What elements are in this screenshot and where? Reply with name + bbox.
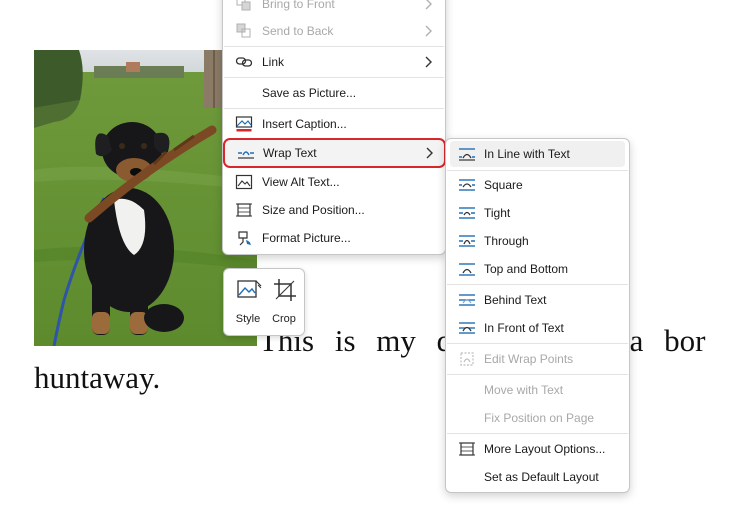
chevron-right-icon <box>425 0 432 10</box>
separator <box>447 374 628 375</box>
through-wrap-icon <box>459 235 475 247</box>
separator <box>224 108 444 109</box>
layout-options-icon <box>459 442 475 456</box>
save-as-picture-item[interactable]: Save as Picture... <box>227 80 441 106</box>
separator <box>447 343 628 344</box>
crop-button[interactable]: Crop <box>266 275 302 331</box>
document-line-2: huntaway. <box>34 360 161 395</box>
set-default-layout-item[interactable]: Set as Default Layout <box>450 464 625 490</box>
square-wrap-icon <box>459 179 475 191</box>
wrap-text-submenu: In Line with Text Square Tight Through T… <box>445 138 630 493</box>
move-with-text-item[interactable]: Move with Text <box>450 377 625 403</box>
size-and-position-item[interactable]: Size and Position... <box>227 197 441 223</box>
size-position-icon <box>236 203 252 217</box>
wrap-inline-item[interactable]: In Line with Text <box>450 141 625 167</box>
alt-text-icon <box>235 174 253 190</box>
separator <box>447 433 628 434</box>
separator <box>447 284 628 285</box>
wrap-top-bottom-item[interactable]: Top and Bottom <box>450 256 625 282</box>
mini-toolbar: Style Crop <box>223 268 305 336</box>
chevron-right-icon <box>425 25 432 37</box>
separator <box>224 77 444 78</box>
picture-style-icon <box>237 280 262 298</box>
wrap-tight-item[interactable]: Tight <box>450 200 625 226</box>
in-front-text-icon <box>459 322 475 334</box>
bring-to-front-icon <box>236 0 251 11</box>
insert-caption-item[interactable]: Insert Caption... <box>227 111 441 137</box>
bring-to-front-item[interactable]: Bring to Front <box>227 0 441 17</box>
link-icon <box>235 57 253 67</box>
separator <box>224 46 444 47</box>
more-layout-options-item[interactable]: More Layout Options... <box>450 436 625 462</box>
wrap-square-item[interactable]: Square <box>450 172 625 198</box>
edit-wrap-points-item[interactable]: Edit Wrap Points <box>450 346 625 372</box>
send-to-back-item[interactable]: Send to Back <box>227 18 441 44</box>
wrap-in-front-item[interactable]: In Front of Text <box>450 315 625 341</box>
wrap-text-item[interactable]: Wrap Text <box>223 138 446 168</box>
top-bottom-wrap-icon <box>459 263 475 276</box>
context-menu: Bring to Front Send to Back Link Save as… <box>222 0 446 255</box>
format-picture-item[interactable]: Format Picture... <box>227 225 441 251</box>
wrap-behind-text-item[interactable]: Behind Text <box>450 287 625 313</box>
insert-caption-icon <box>235 116 253 132</box>
view-alt-text-item[interactable]: View Alt Text... <box>227 169 441 195</box>
style-button[interactable]: Style <box>230 275 266 331</box>
separator <box>447 170 628 171</box>
behind-text-icon <box>459 294 475 306</box>
crop-icon <box>274 279 296 301</box>
send-to-back-icon <box>236 23 251 38</box>
chevron-right-icon <box>425 56 432 68</box>
inline-wrap-icon <box>459 148 475 161</box>
wrap-through-item[interactable]: Through <box>450 228 625 254</box>
edit-wrap-points-icon <box>460 352 474 366</box>
chevron-right-icon <box>426 147 433 159</box>
link-item[interactable]: Link <box>227 49 441 75</box>
wrap-text-icon <box>238 151 254 159</box>
fix-position-item[interactable]: Fix Position on Page <box>450 405 625 431</box>
tight-wrap-icon <box>459 207 475 219</box>
format-picture-icon <box>238 231 251 246</box>
